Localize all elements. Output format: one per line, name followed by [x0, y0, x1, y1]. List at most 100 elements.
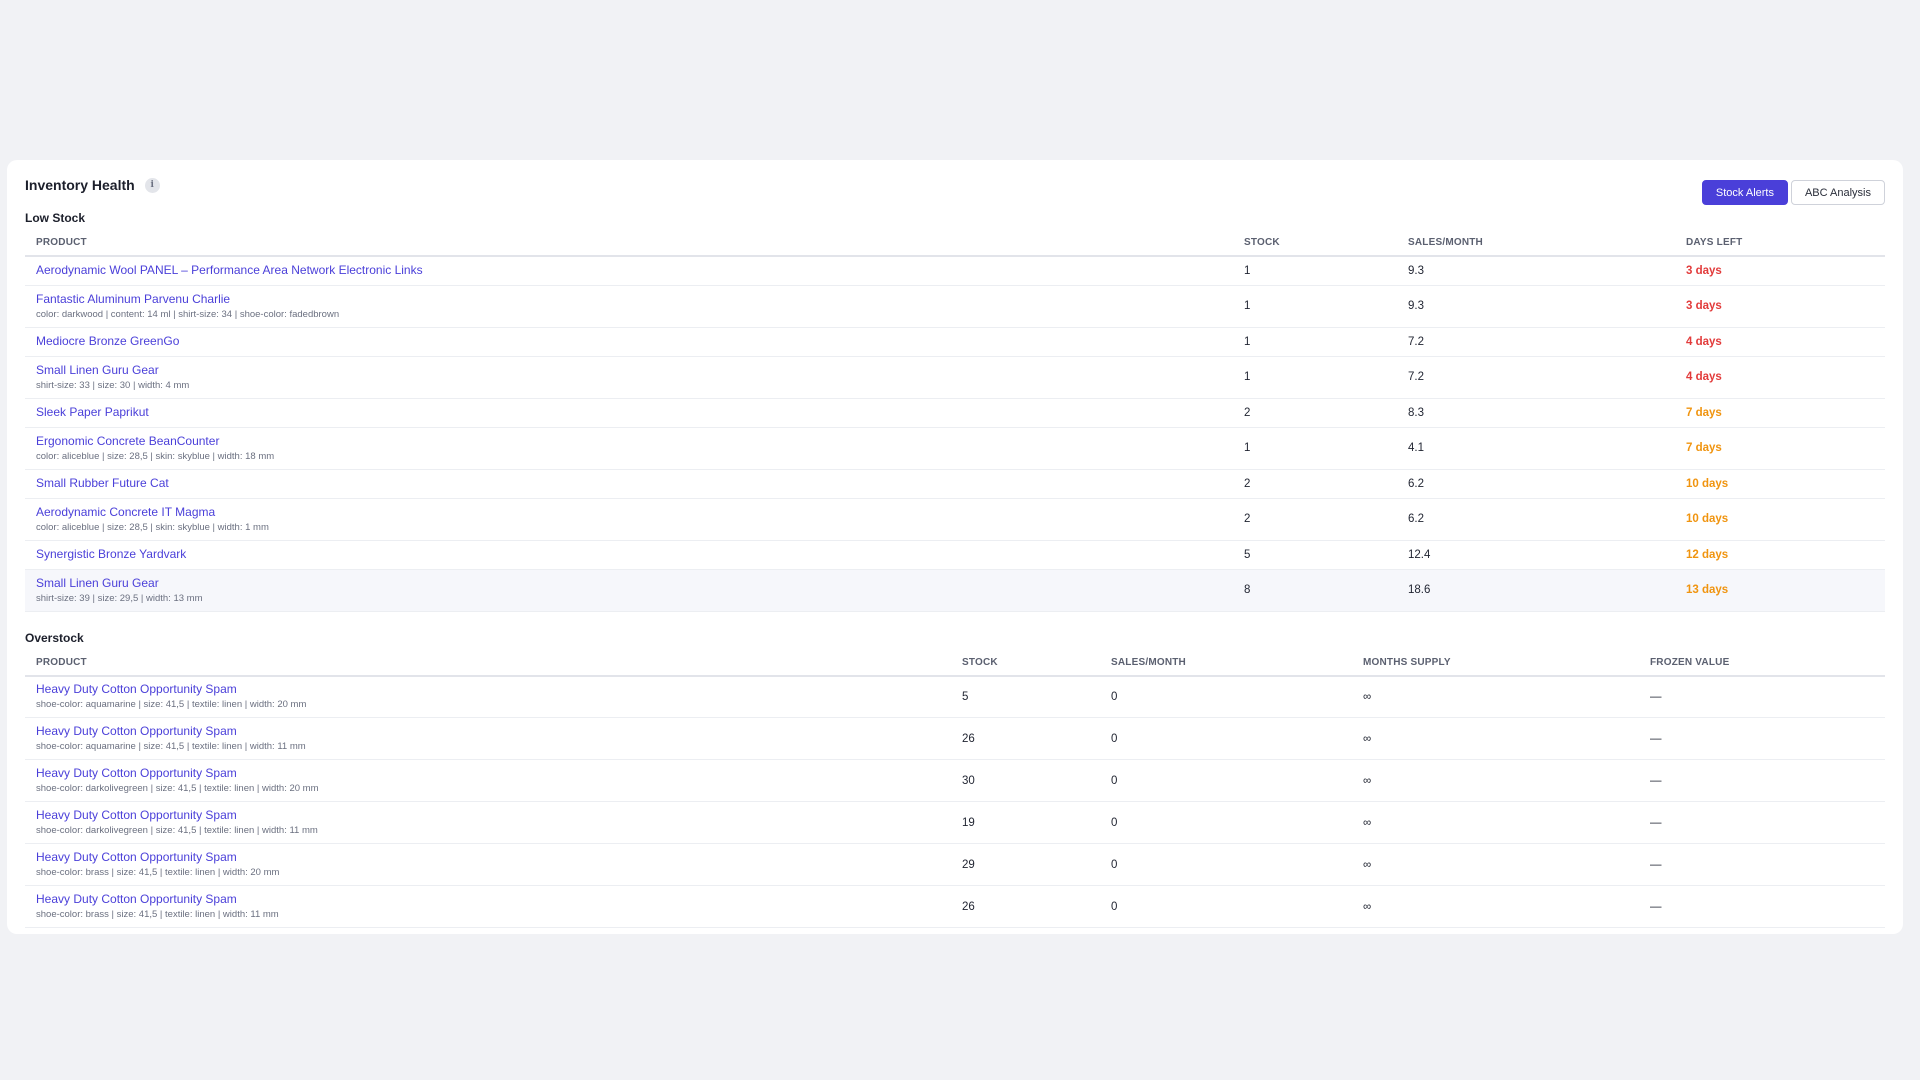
overstock-table: Product Stock Sales/Month Months Supply …	[25, 649, 1885, 928]
table-row[interactable]: Small Linen Guru Gear shirt-size: 39 | si…	[25, 569, 1885, 612]
months-supply-cell: ∞	[1352, 843, 1639, 886]
stock-cell: 8	[1233, 569, 1397, 612]
product-link[interactable]: Heavy Duty Cotton Opportunity Spam	[36, 682, 951, 697]
stock-cell: 29	[951, 843, 1100, 886]
col-header-product[interactable]: Product	[25, 230, 1233, 257]
product-link[interactable]: Aerodynamic Concrete IT Magma	[36, 505, 1233, 520]
table-row[interactable]: Aerodynamic Wool PANEL – Performance Are…	[25, 256, 1885, 286]
product-variant-meta: shirt-size: 33 | size: 30 | width: 4 mm	[36, 379, 190, 391]
product-variant-meta: shoe-color: brass | size: 41,5 | textile…	[36, 909, 279, 920]
product-link[interactable]: Heavy Duty Cotton Opportunity Spam	[36, 850, 951, 865]
col-header-months-supply[interactable]: Months Supply	[1352, 649, 1639, 677]
days-left-cell: 12 days	[1675, 540, 1885, 570]
product-variant-meta: shoe-color: darkolivegreen | size: 41,5 …	[36, 825, 318, 836]
days-left-cell: 10 days	[1675, 498, 1885, 541]
product-variant-meta: shirt-size: 39 | size: 29,5 | width: 13 …	[36, 592, 203, 604]
table-row[interactable]: Sleek Paper Paprikut 2 8.3 7 days	[25, 398, 1885, 428]
sales-month-cell: 0	[1100, 801, 1352, 844]
sales-month-cell: 8.3	[1397, 398, 1675, 428]
info-icon[interactable]: i	[144, 177, 160, 193]
months-supply-cell: ∞	[1352, 801, 1639, 844]
product-link[interactable]: Small Linen Guru Gear	[36, 576, 1233, 591]
months-supply-cell: ∞	[1352, 885, 1639, 928]
frozen-value-cell: —	[1639, 675, 1885, 718]
product-cell: Aerodynamic Concrete IT Magma color: alic…	[25, 498, 1233, 541]
overstock-title: Overstock	[25, 630, 84, 645]
table-row[interactable]: Heavy Duty Cotton Opportunity Spam shoe-c…	[25, 717, 1885, 760]
product-cell: Synergistic Bronze Yardvark	[25, 540, 1233, 570]
low-stock-title: Low Stock	[25, 211, 86, 225]
sales-month-cell: 0	[1100, 759, 1352, 802]
frozen-value-cell: —	[1639, 885, 1885, 928]
product-cell: Mediocre Bronze GreenGo	[25, 327, 1233, 357]
sales-month-cell: 4.1	[1397, 427, 1675, 470]
tab-abc-analysis[interactable]: ABC Analysis	[1790, 180, 1885, 205]
table-row[interactable]: Fantastic Aluminum Parvenu Charlie color:…	[25, 285, 1885, 328]
product-link[interactable]: Heavy Duty Cotton Opportunity Spam	[36, 724, 951, 739]
table-row[interactable]: Aerodynamic Concrete IT Magma color: alic…	[25, 498, 1885, 541]
product-link[interactable]: Synergistic Bronze Yardvark	[36, 547, 1233, 562]
months-supply-cell: ∞	[1352, 759, 1639, 802]
sales-month-cell: 6.2	[1397, 498, 1675, 541]
product-link[interactable]: Mediocre Bronze GreenGo	[36, 334, 1233, 349]
product-link[interactable]: Fantastic Aluminum Parvenu Charlie	[36, 292, 1233, 307]
col-header-stock[interactable]: Stock	[1233, 230, 1397, 257]
table-row[interactable]: Heavy Duty Cotton Opportunity Spam shoe-c…	[25, 801, 1885, 844]
table-row[interactable]: Heavy Duty Cotton Opportunity Spam shoe-c…	[25, 675, 1885, 718]
product-link[interactable]: Small Rubber Future Cat	[36, 476, 1233, 491]
stock-cell: 1	[1233, 356, 1397, 399]
product-link[interactable]: Ergonomic Concrete BeanCounter	[36, 434, 1233, 449]
table-row[interactable]: Heavy Duty Cotton Opportunity Spam shoe-c…	[25, 759, 1885, 802]
stock-cell: 1	[1233, 256, 1397, 286]
product-link[interactable]: Small Linen Guru Gear	[36, 363, 1233, 378]
stock-cell: 5	[1233, 540, 1397, 570]
days-left-cell: 4 days	[1675, 327, 1885, 357]
product-link[interactable]: Aerodynamic Wool PANEL – Performance Are…	[36, 263, 1233, 278]
tab-stock-alerts[interactable]: Stock Alerts	[1701, 180, 1788, 205]
days-left-cell: 4 days	[1675, 356, 1885, 399]
table-row[interactable]: Mediocre Bronze GreenGo 1 7.2 4 days	[25, 327, 1885, 357]
product-cell: Small Rubber Future Cat	[25, 469, 1233, 499]
days-left-cell: 13 days	[1675, 569, 1885, 612]
col-header-sales-month[interactable]: Sales/Month	[1397, 230, 1675, 257]
product-variant-meta: color: aliceblue | size: 28,5 | skin: sk…	[36, 521, 269, 533]
product-cell: Small Linen Guru Gear shirt-size: 39 | si…	[25, 569, 1233, 612]
days-left-cell: 7 days	[1675, 398, 1885, 428]
low-stock-table: Product Stock Sales/Month Days Left Aero…	[25, 230, 1885, 612]
overstock-body: Heavy Duty Cotton Opportunity Spam shoe-c…	[25, 675, 1885, 928]
product-link[interactable]: Sleek Paper Paprikut	[36, 405, 1233, 420]
product-link[interactable]: Heavy Duty Cotton Opportunity Spam	[36, 892, 951, 907]
product-link[interactable]: Heavy Duty Cotton Opportunity Spam	[36, 808, 951, 823]
product-variant-meta: shoe-color: darkolivegreen | size: 41,5 …	[36, 783, 319, 794]
col-header-product[interactable]: Product	[25, 649, 951, 677]
col-header-days-left[interactable]: Days Left	[1675, 230, 1885, 257]
table-row[interactable]: Ergonomic Concrete BeanCounter color: ali…	[25, 427, 1885, 470]
table-row[interactable]: Synergistic Bronze Yardvark 5 12.4 12 days	[25, 540, 1885, 570]
col-header-stock[interactable]: Stock	[951, 649, 1100, 677]
sales-month-cell: 0	[1100, 675, 1352, 718]
days-left-cell: 3 days	[1675, 285, 1885, 328]
overstock-header-row: Product Stock Sales/Month Months Supply …	[25, 649, 1885, 677]
days-left-cell: 10 days	[1675, 469, 1885, 499]
stock-cell: 5	[951, 675, 1100, 718]
frozen-value-cell: —	[1639, 717, 1885, 760]
stock-cell: 1	[1233, 285, 1397, 328]
card-title: Inventory Health	[25, 177, 135, 193]
product-cell: Heavy Duty Cotton Opportunity Spam shoe-c…	[25, 843, 951, 886]
table-row[interactable]: Small Rubber Future Cat 2 6.2 10 days	[25, 469, 1885, 499]
stock-cell: 1	[1233, 427, 1397, 470]
table-row[interactable]: Heavy Duty Cotton Opportunity Spam shoe-c…	[25, 843, 1885, 886]
col-header-frozen-value[interactable]: Frozen Value	[1639, 649, 1885, 677]
col-header-sales-month[interactable]: Sales/Month	[1100, 649, 1352, 677]
product-cell: Heavy Duty Cotton Opportunity Spam shoe-c…	[25, 801, 951, 844]
table-row[interactable]: Heavy Duty Cotton Opportunity Spam shoe-c…	[25, 885, 1885, 928]
sales-month-cell: 0	[1100, 717, 1352, 760]
card-header: Inventory Health i Stock Alerts ABC Anal…	[25, 176, 1885, 210]
low-stock-header-row: Product Stock Sales/Month Days Left	[25, 230, 1885, 257]
product-cell: Fantastic Aluminum Parvenu Charlie color:…	[25, 285, 1233, 328]
stock-cell: 26	[951, 885, 1100, 928]
table-row[interactable]: Small Linen Guru Gear shirt-size: 33 | si…	[25, 356, 1885, 399]
low-stock-body: Aerodynamic Wool PANEL – Performance Are…	[25, 256, 1885, 612]
product-cell: Aerodynamic Wool PANEL – Performance Are…	[25, 256, 1233, 286]
product-link[interactable]: Heavy Duty Cotton Opportunity Spam	[36, 766, 951, 781]
